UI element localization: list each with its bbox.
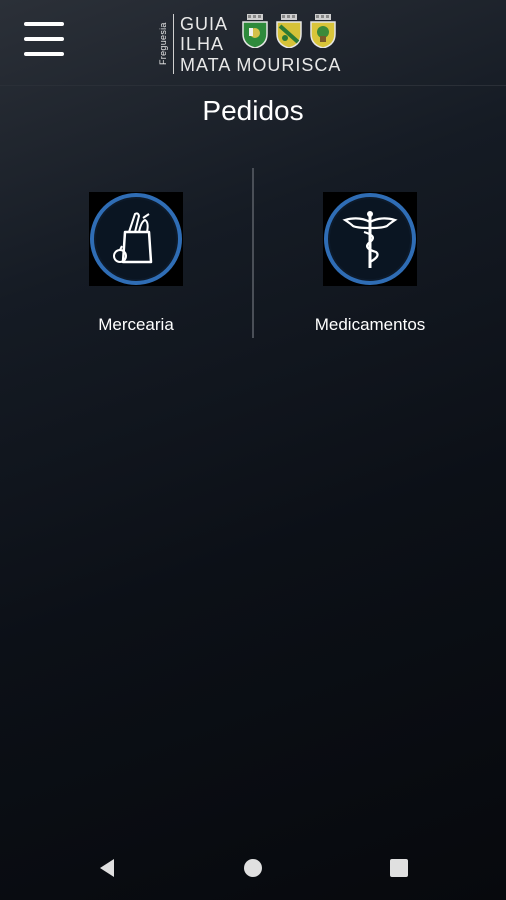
medicine-icon-box bbox=[323, 192, 417, 286]
crest-mata-mourisca-icon bbox=[310, 14, 336, 48]
recents-square-icon[interactable] bbox=[387, 856, 411, 880]
crest-ilha-icon bbox=[276, 14, 302, 48]
menu-bar bbox=[24, 22, 64, 26]
option-medicamentos[interactable]: Medicamentos bbox=[270, 192, 470, 342]
menu-bar bbox=[24, 52, 64, 56]
android-navigation-bar bbox=[0, 836, 506, 900]
option-mercearia-label: Mercearia bbox=[98, 315, 174, 334]
logo-vertical-text: Freguesia bbox=[158, 22, 168, 66]
crest-guia-icon bbox=[242, 14, 268, 48]
grocery-bag-icon bbox=[90, 193, 182, 285]
back-triangle-icon[interactable] bbox=[95, 856, 119, 880]
home-circle-icon[interactable] bbox=[241, 856, 265, 880]
logo-line-ilha: ILHA bbox=[180, 34, 225, 54]
options-divider bbox=[252, 168, 254, 338]
logo-line-guia: GUIA bbox=[180, 14, 229, 34]
grocery-icon-box bbox=[89, 192, 183, 286]
option-mercearia[interactable]: Mercearia bbox=[36, 192, 236, 342]
logo-line-mata-mourisca: MATA MOURISCA bbox=[180, 55, 342, 75]
logo-divider bbox=[173, 14, 174, 74]
option-medicamentos-label: Medicamentos bbox=[314, 315, 426, 334]
caduceus-icon bbox=[324, 193, 416, 285]
freguesia-logo: Freguesia GUIA ILHA MATA MOURISCA bbox=[158, 12, 350, 76]
menu-bar bbox=[24, 37, 64, 41]
page-title: Pedidos bbox=[202, 95, 304, 126]
app-header: Freguesia GUIA ILHA MATA MOURISCA bbox=[0, 0, 506, 86]
hamburger-menu-icon[interactable] bbox=[24, 22, 66, 56]
